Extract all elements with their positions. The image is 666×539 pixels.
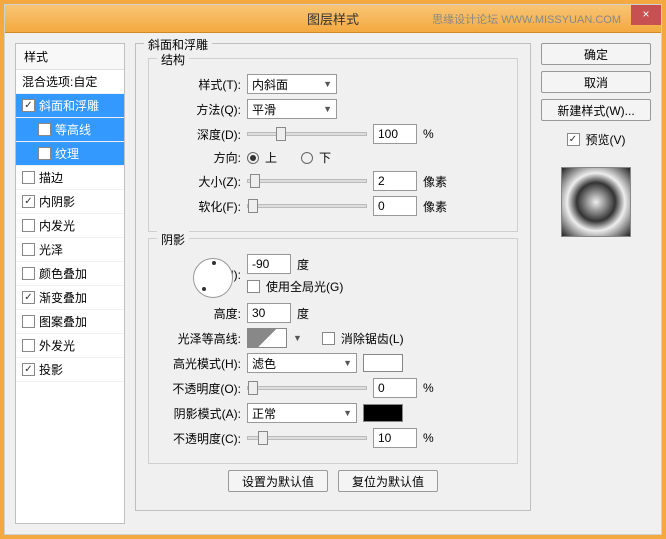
style-checkbox[interactable] [22, 195, 35, 208]
styles-sidebar: 样式 混合选项:自定 斜面和浮雕等高线纹理描边内阴影内发光光泽颜色叠加渐变叠加图… [15, 43, 125, 524]
style-checkbox[interactable] [22, 267, 35, 280]
sidebar-item-2[interactable]: 纹理 [16, 142, 124, 166]
sidebar-item-0[interactable]: 斜面和浮雕 [16, 94, 124, 118]
style-select[interactable]: 内斜面▼ [247, 74, 337, 94]
highlight-opacity-slider[interactable] [247, 386, 367, 390]
highlight-color[interactable] [363, 354, 403, 372]
chevron-down-icon: ▼ [323, 79, 332, 89]
sidebar-item-10[interactable]: 外发光 [16, 334, 124, 358]
settings-panel: 斜面和浮雕 结构 样式(T):内斜面▼ 方法(Q):平滑▼ 深度(D):100%… [135, 43, 531, 524]
style-checkbox[interactable] [22, 315, 35, 328]
bevel-fieldset: 斜面和浮雕 结构 样式(T):内斜面▼ 方法(Q):平滑▼ 深度(D):100%… [135, 43, 531, 511]
highlight-opacity-input[interactable]: 0 [373, 378, 417, 398]
depth-input[interactable]: 100 [373, 124, 417, 144]
main: 斜面和浮雕 结构 样式(T):内斜面▼ 方法(Q):平滑▼ 深度(D):100%… [135, 43, 651, 524]
angle-input[interactable]: -90 [247, 254, 291, 274]
make-default-button[interactable]: 设置为默认值 [228, 470, 328, 492]
style-checkbox[interactable] [38, 123, 51, 136]
technique-select[interactable]: 平滑▼ [247, 99, 337, 119]
highlight-mode-select[interactable]: 滤色▼ [247, 353, 357, 373]
blend-options[interactable]: 混合选项:自定 [16, 70, 124, 94]
layer-style-dialog: 图层样式 思缘设计论坛 WWW.MISSYUAN.COM × 样式 混合选项:自… [4, 4, 662, 535]
new-style-button[interactable]: 新建样式(W)... [541, 99, 651, 121]
shadow-opacity-input[interactable]: 10 [373, 428, 417, 448]
chevron-down-icon: ▼ [343, 408, 352, 418]
ok-button[interactable]: 确定 [541, 43, 651, 65]
style-checkbox[interactable] [22, 171, 35, 184]
shadow-opacity-slider[interactable] [247, 436, 367, 440]
chevron-down-icon: ▼ [323, 104, 332, 114]
sidebar-item-6[interactable]: 光泽 [16, 238, 124, 262]
sidebar-item-3[interactable]: 描边 [16, 166, 124, 190]
antialias-checkbox[interactable] [322, 332, 335, 345]
angle-wheel[interactable] [193, 258, 233, 298]
style-checkbox[interactable] [22, 291, 35, 304]
sidebar-item-11[interactable]: 投影 [16, 358, 124, 382]
style-checkbox[interactable] [22, 339, 35, 352]
shadow-mode-select[interactable]: 正常▼ [247, 403, 357, 423]
content: 样式 混合选项:自定 斜面和浮雕等高线纹理描边内阴影内发光光泽颜色叠加渐变叠加图… [5, 33, 661, 534]
soften-input[interactable]: 0 [373, 196, 417, 216]
style-checkbox[interactable] [38, 147, 51, 160]
depth-slider[interactable] [247, 132, 367, 136]
reset-default-button[interactable]: 复位为默认值 [338, 470, 438, 492]
dir-down-radio[interactable] [301, 152, 313, 164]
preview-checkbox[interactable] [567, 133, 580, 146]
cancel-button[interactable]: 取消 [541, 71, 651, 93]
size-input[interactable]: 2 [373, 171, 417, 191]
watermark: 思缘设计论坛 WWW.MISSYUAN.COM [432, 11, 621, 27]
sidebar-item-7[interactable]: 颜色叠加 [16, 262, 124, 286]
window-title: 图层样式 [307, 9, 359, 28]
sidebar-item-4[interactable]: 内阴影 [16, 190, 124, 214]
sidebar-item-5[interactable]: 内发光 [16, 214, 124, 238]
size-slider[interactable] [247, 179, 367, 183]
right-panel: 确定 取消 新建样式(W)... 预览(V) [541, 43, 651, 524]
sidebar-header: 样式 [16, 44, 124, 70]
sidebar-item-1[interactable]: 等高线 [16, 118, 124, 142]
shadow-color[interactable] [363, 404, 403, 422]
chevron-down-icon: ▼ [343, 358, 352, 368]
style-checkbox[interactable] [22, 363, 35, 376]
chevron-down-icon[interactable]: ▼ [293, 333, 302, 343]
altitude-input[interactable]: 30 [247, 303, 291, 323]
dir-up-radio[interactable] [247, 152, 259, 164]
footer-buttons: 设置为默认值 复位为默认值 [148, 464, 518, 498]
gloss-contour[interactable] [247, 328, 287, 348]
style-checkbox[interactable] [22, 219, 35, 232]
style-checkbox[interactable] [22, 243, 35, 256]
soften-slider[interactable] [247, 204, 367, 208]
shading-group: 阴影 角度(N): -90度 使用全局光(G) 高度:30度 光泽等高线:▼消除… [148, 238, 518, 464]
sidebar-item-9[interactable]: 图案叠加 [16, 310, 124, 334]
sidebar-item-8[interactable]: 渐变叠加 [16, 286, 124, 310]
titlebar: 图层样式 思缘设计论坛 WWW.MISSYUAN.COM × [5, 5, 661, 33]
close-button[interactable]: × [631, 5, 661, 25]
global-light-checkbox[interactable] [247, 280, 260, 293]
style-checkbox[interactable] [22, 99, 35, 112]
structure-group: 结构 样式(T):内斜面▼ 方法(Q):平滑▼ 深度(D):100% 方向:上下… [148, 58, 518, 232]
preview-thumbnail [561, 167, 631, 237]
